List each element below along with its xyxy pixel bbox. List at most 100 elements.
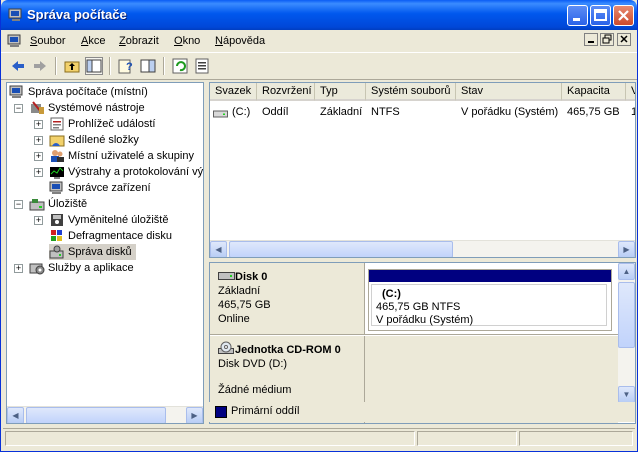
console-tree[interactable]: Správa počítače (místní) − Systémové nás…: [6, 82, 204, 424]
tree-item-defragmentation[interactable]: Defragmentace disku: [49, 228, 172, 244]
cdrom-type: Disk DVD (D:): [218, 358, 288, 370]
cd-drive-icon: [218, 341, 234, 354]
services-icon: [29, 263, 45, 275]
disk-view-vertical-scrollbar[interactable]: ▲ ▼: [618, 263, 635, 403]
cdrom-status: Žádné médium: [218, 384, 292, 396]
tree-item-root[interactable]: Správa počítače (místní): [9, 84, 148, 100]
close-button[interactable]: [613, 5, 634, 26]
status-pane-secondary: [417, 431, 517, 446]
column-header-file-system[interactable]: Systém souborů: [366, 83, 456, 101]
menu-zobrazit[interactable]: Zobrazit: [119, 35, 159, 47]
partition-info: (C:) 465,75 GB NTFS V pořádku (Systém): [371, 284, 607, 326]
column-header-free[interactable]: V: [626, 83, 635, 101]
up-folder-icon[interactable]: [63, 57, 81, 75]
export-list-icon[interactable]: [193, 57, 211, 75]
cell-status: V pořádku (Systém): [461, 106, 559, 118]
toolbar-separator: [163, 57, 165, 75]
back-arrow-icon[interactable]: [9, 57, 27, 75]
show-hide-console-tree-button[interactable]: [85, 57, 103, 75]
column-header-layout[interactable]: Rozvržení: [257, 83, 315, 101]
maximize-icon: [594, 9, 607, 21]
cell-layout: Oddíl: [262, 106, 289, 118]
users-icon: [51, 150, 64, 163]
scroll-thumb[interactable]: [618, 282, 635, 348]
tree-item-shared-folders[interactable]: Sdílené složky: [49, 132, 139, 148]
expand-toggle[interactable]: +: [14, 264, 23, 273]
disk-0-name: Disk 0: [235, 271, 268, 283]
partition-state: V pořádku (Systém): [376, 314, 474, 326]
disk-0-partitions: (C:) 465,75 GB NTFS V pořádku (Systém): [365, 263, 618, 335]
tree-item-disk-management[interactable]: Správa disků: [49, 244, 136, 260]
column-header-volume[interactable]: Svazek: [210, 83, 257, 101]
device-manager-icon: [49, 181, 63, 195]
tree-label: Správa počítače (místní): [28, 86, 148, 98]
status-pane-tertiary: [519, 431, 633, 446]
column-header-status[interactable]: Stav: [456, 83, 562, 101]
legend-swatch: [215, 406, 227, 418]
legend-label: Primární oddíl: [231, 405, 300, 417]
cell-volume: (C:): [232, 106, 251, 118]
menu-bar: Soubor Akce Zobrazit Okno Nápověda: [1, 30, 637, 52]
maximize-button[interactable]: [590, 5, 611, 26]
scroll-thumb[interactable]: [229, 241, 453, 257]
title-bar[interactable]: Správa počítače: [1, 0, 637, 30]
console-tree-icon: [86, 59, 102, 73]
scroll-up-button[interactable]: ▲: [618, 263, 635, 280]
disk-graphical-view[interactable]: Disk 0 Základní 465,75 GB Online (C:) 46…: [209, 262, 636, 424]
storage-icon: [29, 199, 45, 211]
menu-akce[interactable]: Akce: [81, 35, 105, 47]
expand-toggle[interactable]: +: [34, 168, 43, 177]
volume-list[interactable]: Svazek Rozvržení Typ Systém souborů Stav…: [209, 82, 636, 258]
menu-napoveda[interactable]: Nápověda: [215, 35, 265, 47]
tree-item-event-viewer[interactable]: Prohlížeč událostí: [49, 116, 155, 132]
tree-item-local-users[interactable]: Místní uživatelé a skupiny: [49, 148, 194, 164]
scroll-thumb[interactable]: [26, 407, 166, 423]
properties-help-icon[interactable]: ?: [117, 57, 135, 75]
tree-item-services-applications[interactable]: Služby a aplikace: [29, 260, 134, 276]
column-header-type[interactable]: Typ: [315, 83, 366, 101]
scroll-down-button[interactable]: ▼: [618, 386, 635, 403]
tree-item-storage[interactable]: Úložiště: [29, 196, 87, 212]
action-pane-icon[interactable]: [139, 57, 157, 75]
partition-c[interactable]: (C:) 465,75 GB NTFS V pořádku (Systém): [368, 269, 612, 331]
scroll-left-button[interactable]: ◀: [210, 241, 227, 257]
menu-okno[interactable]: Okno: [174, 35, 200, 47]
expand-toggle[interactable]: +: [34, 152, 43, 161]
scroll-left-button[interactable]: ◀: [7, 407, 24, 423]
forward-arrow-icon[interactable]: [31, 57, 49, 75]
expand-toggle[interactable]: +: [34, 120, 43, 129]
toolbar: ?: [1, 52, 637, 80]
tree-label: Systémové nástroje: [48, 102, 145, 114]
tree-item-alerts[interactable]: Výstrahy a protokolování vý: [49, 164, 203, 180]
scroll-right-button[interactable]: ▶: [186, 407, 203, 423]
expand-toggle[interactable]: +: [34, 216, 43, 225]
child-minimize-button[interactable]: [584, 33, 598, 46]
tree-item-device-manager[interactable]: Správce zařízení: [49, 180, 151, 196]
volume-list-horizontal-scrollbar[interactable]: ◀ ▶: [210, 240, 635, 257]
menu-soubor[interactable]: Soubor: [30, 35, 65, 47]
legend: Primární oddíl: [209, 402, 635, 422]
tree-item-system-tools[interactable]: Systémové nástroje: [29, 100, 145, 116]
toolbar-separator: [55, 57, 57, 75]
tree-label: Výstrahy a protokolování vý: [68, 166, 204, 178]
defrag-icon: [51, 230, 62, 242]
document-menu-icon[interactable]: [7, 33, 23, 49]
minimize-button[interactable]: [567, 5, 588, 26]
tree-label: Správa disků: [68, 246, 132, 258]
collapse-toggle[interactable]: −: [14, 104, 23, 113]
tree-horizontal-scrollbar[interactable]: ◀ ▶: [7, 406, 203, 423]
expand-toggle[interactable]: +: [34, 136, 43, 145]
partition-fs: 465,75 GB NTFS: [376, 301, 461, 313]
column-header-capacity[interactable]: Kapacita: [562, 83, 626, 101]
child-close-button[interactable]: [617, 33, 631, 46]
tools-icon: [31, 101, 44, 115]
svg-text:?: ?: [126, 61, 133, 73]
restore-icon: [602, 34, 612, 44]
collapse-toggle[interactable]: −: [14, 200, 23, 209]
disk-0-label[interactable]: Disk 0 Základní 465,75 GB Online: [210, 263, 365, 335]
tree-item-removable-storage[interactable]: Vyměnitelné úložiště: [49, 212, 168, 228]
scroll-right-button[interactable]: ▶: [618, 241, 635, 257]
child-restore-button[interactable]: [600, 33, 614, 46]
cell-type: Základní: [320, 106, 363, 118]
refresh-icon[interactable]: [171, 57, 189, 75]
